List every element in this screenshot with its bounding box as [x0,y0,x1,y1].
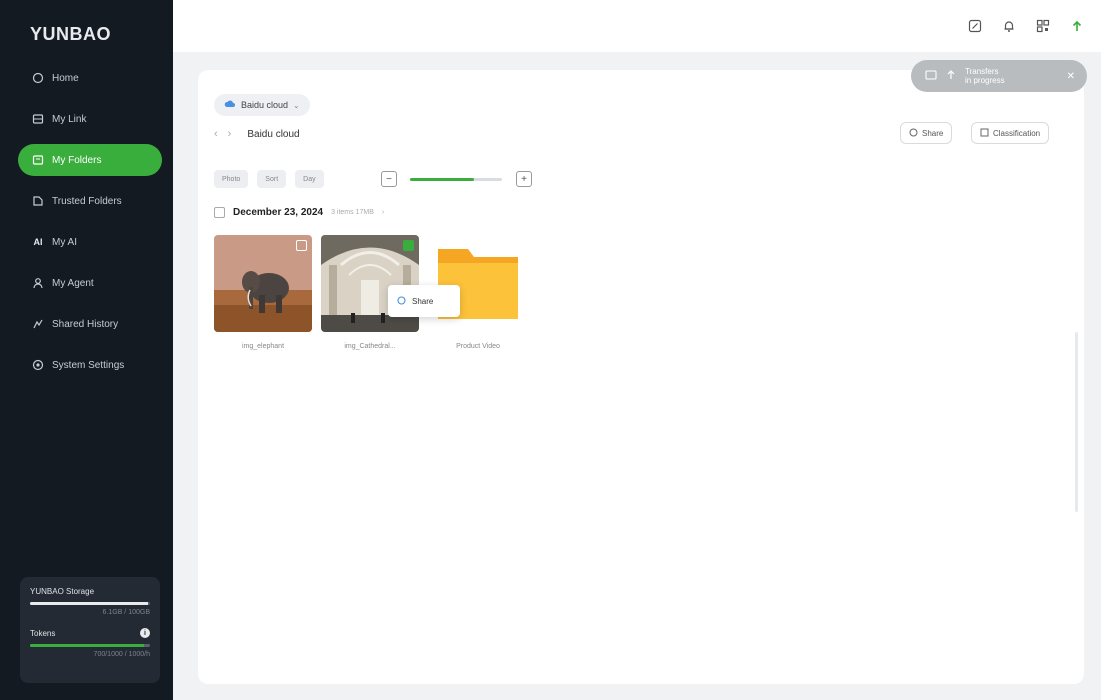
tokens-row: Tokens i [30,628,150,638]
filter-chips: Photo Sort Day [214,170,324,188]
share-history-icon [31,317,45,331]
zoom-slider[interactable] [410,178,502,181]
sidebar-item-my-agent[interactable]: My Agent [18,267,162,299]
sidebar-item-my-link[interactable]: My Link [18,103,162,135]
context-menu-share-label: Share [412,296,434,306]
sidebar-item-label: System Settings [52,359,125,371]
sidebar-item-label: My Agent [52,277,94,289]
sidebar-item-label: My Link [52,113,87,125]
tokens-detail: 700/1000 / 1000/h [93,651,150,658]
file-name: img_Cathedral... [344,343,396,350]
top-bar [173,0,1101,52]
group-count: 3 items 17MB [331,209,374,216]
transfer-text: Transfers in progress [965,67,1005,85]
scrollbar[interactable] [1075,332,1078,512]
tokens-bar [30,644,150,647]
bell-icon[interactable] [1001,18,1017,34]
home-icon [31,71,45,85]
sidebar-item-label: My AI [52,236,78,248]
storage-bar [30,602,150,605]
settings-icon [31,358,45,372]
filter-photo[interactable]: Photo [214,170,249,188]
zoom-out-button[interactable]: − [381,171,397,187]
sidebar-item-system-settings[interactable]: System Settings [18,349,162,381]
sidebar-nav: Home My Link My Folders Trusted Folders … [18,62,162,390]
top-icons [967,18,1085,34]
storage-bar-fill [30,602,148,605]
folder-image [438,249,518,319]
classification-icon [980,128,989,139]
transfer-text-line2: in progress [965,76,1005,85]
sidebar-item-trusted-folders[interactable]: Trusted Folders [18,185,162,217]
close-icon[interactable]: ✕ [1067,71,1075,82]
main-panel [198,70,1084,684]
ai-icon: AI [33,237,43,247]
sidebar-item-label: Trusted Folders [52,195,122,207]
sidebar-item-label: My Folders [52,154,102,166]
qr-code-icon[interactable] [1035,18,1051,34]
source-selector[interactable]: Baidu cloud ⌄ [214,94,310,116]
file-thumb-cathedral[interactable] [321,235,419,332]
sidebar-item-label: Shared History [52,318,119,330]
storage-detail: 6.1GB / 100GB [102,609,150,616]
file-name: img_elephant [241,343,285,350]
sidebar-item-my-folders[interactable]: My Folders [18,144,162,176]
folder-icon [31,153,45,167]
sidebar-item-shared-history[interactable]: Shared History [18,308,162,340]
sidebar: YUNBAO Home My Link My Folders Trusted F… [0,0,173,700]
chevron-right-icon: › [381,209,385,216]
filter-day[interactable]: Day [295,170,324,188]
upload-icon[interactable] [1069,18,1085,34]
sidebar-item-my-ai[interactable]: AI My AI [18,226,162,258]
edit-icon[interactable] [967,18,983,34]
group-date: December 23, 2024 [233,207,324,218]
sidebar-item-label: Home [52,72,79,84]
share-button[interactable]: Share [900,122,953,144]
trusted-folder-icon [31,194,45,208]
back-arrow-icon[interactable]: ‹ [214,128,218,140]
file-thumb-elephant[interactable] [214,235,312,332]
app-logo: YUNBAO [30,24,112,44]
storage-panel: YUNBAO Storage 6.1GB / 100GB Tokens i 70… [20,577,160,683]
classification-button[interactable]: Classification [971,122,1050,144]
zoom-in-button[interactable]: + [516,171,532,187]
thumb-checkbox[interactable] [403,240,414,251]
tokens-bar-fill [30,644,144,647]
file-name: Product Video [456,343,500,350]
info-icon[interactable]: i [140,628,150,638]
context-menu-share[interactable]: Share [388,285,460,317]
thumb-checkbox[interactable] [296,240,307,251]
transfer-icon [925,69,937,83]
cloud-icon [224,99,236,111]
agent-icon [31,276,45,290]
classification-button-label: Classification [993,128,1041,138]
transfer-notification-pill[interactable]: Transfers in progress ✕ [911,60,1087,92]
storage-label: YUNBAO Storage [30,587,95,596]
share-icon [397,295,406,307]
transfer-text-line1: Transfers [965,67,999,76]
share-button-label: Share [922,128,944,138]
share-icon [909,128,918,139]
chevron-down-icon: ⌄ [293,100,300,110]
transfer-icon-2 [945,69,957,83]
forward-arrow-icon[interactable]: › [228,128,232,140]
breadcrumb: ‹ › Baidu cloud [214,128,300,140]
filter-sort[interactable]: Sort [257,170,287,188]
zoom-slider-fill [410,178,475,181]
select-all-checkbox[interactable] [214,207,225,218]
sidebar-item-home[interactable]: Home [18,62,162,94]
breadcrumb-current: Baidu cloud [247,128,300,140]
date-group-header: December 23, 2024 3 items 17MB › [214,207,384,218]
source-label: Baidu cloud [241,100,289,110]
tokens-label: Tokens [30,628,56,638]
link-icon [31,112,45,126]
file-thumb-folder[interactable] [432,235,524,332]
